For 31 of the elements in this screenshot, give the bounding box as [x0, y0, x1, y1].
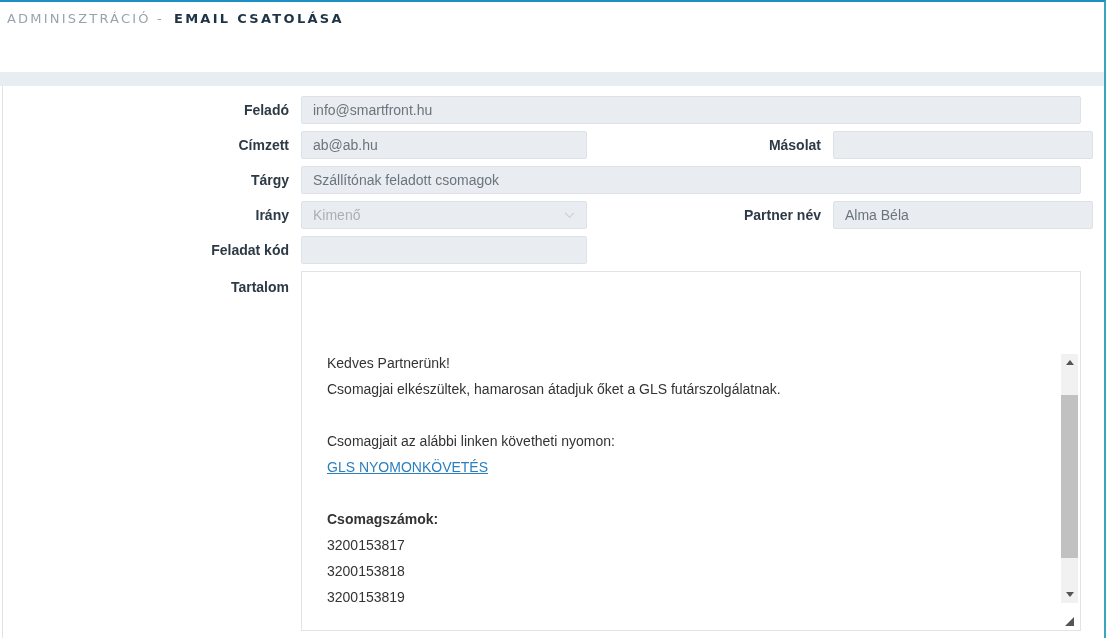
field-label: Címzett [237, 137, 289, 153]
field-label: Tárgy [249, 172, 289, 188]
field-label: Tartalom [229, 278, 289, 295]
content-line: Csomagjait az alábbi linken követheti nyomon: [327, 432, 615, 451]
content-line: Csomagjai elkészültek, hamarosan átadjuk őket a GLS futárszolgálatnak. [327, 380, 781, 399]
field-label: Partner név [742, 207, 821, 223]
scroll-down-icon[interactable] [1065, 592, 1074, 597]
input-field[interactable] [833, 131, 1093, 159]
input-field[interactable]: info@smartfront.hu [301, 96, 1081, 124]
content-line: Kedves Partnerünk! [327, 354, 450, 373]
chevron-icon [564, 211, 575, 219]
input-field[interactable] [301, 236, 587, 264]
text-area[interactable]: Kedves Partnerünk! Csomagjai elkészültek, hamarosan átadjuk őket a GLS futárszolgálatnak. Csomagjait az alábbi linken követheti nyomon: GLS NYOMONKÖVETÉS Csomagszámok: 3200153817 3200153818 3200153819 [301, 271, 1081, 631]
content-line: 3200153817 [327, 536, 405, 555]
field-label: Feladat kód [210, 242, 289, 258]
content-line: 3200153818 [327, 562, 405, 581]
scroll-up-icon[interactable] [1065, 360, 1074, 365]
tracking-link[interactable]: GLS NYOMONKÖVETÉS [327, 454, 489, 480]
content-line: 3200153819 [327, 588, 405, 607]
breadcrumb-section: ADMINISZTRÁCIÓ - [7, 11, 164, 26]
input-field[interactable]: Szállítónak feladott csomagok [301, 166, 1081, 194]
field-label: Másolat [767, 137, 821, 153]
content-heading: Csomagszámok: [327, 510, 439, 529]
input-field[interactable]: Alma Béla [833, 201, 1093, 229]
field-label: Feladó [242, 102, 289, 118]
resize-grip-icon[interactable] [1065, 617, 1074, 626]
page-title: EMAIL CSATOLÁSA [173, 11, 344, 26]
scrollbar[interactable] [1061, 354, 1078, 603]
field-label: Irány [254, 207, 289, 223]
input-field[interactable]: ab@ab.hu [301, 131, 587, 159]
scrollbar-thumb[interactable] [1061, 395, 1078, 558]
